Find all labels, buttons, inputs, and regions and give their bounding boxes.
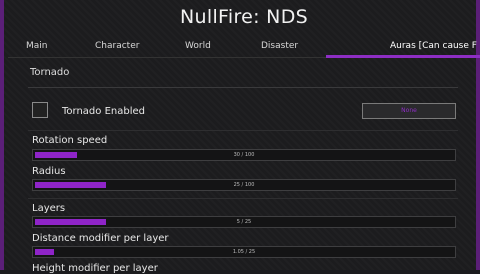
tab-auras[interactable]: Auras [Can cause F bbox=[390, 36, 480, 56]
tab-bar: Main Character World Disaster Auras [Can… bbox=[8, 36, 480, 56]
tab-disaster[interactable]: Disaster bbox=[261, 36, 298, 56]
distance-modifier-slider[interactable]: 1.05 / 25 bbox=[32, 246, 456, 258]
radius-label: Radius bbox=[32, 166, 66, 177]
section-divider bbox=[28, 87, 458, 88]
tab-divider bbox=[8, 57, 326, 58]
divider bbox=[28, 198, 458, 199]
keybind-button[interactable]: None bbox=[362, 103, 456, 119]
slider-value: 5 / 25 bbox=[236, 219, 252, 225]
window-title: NullFire: NDS bbox=[180, 6, 308, 28]
slider-value: 30 / 100 bbox=[233, 152, 255, 158]
tornado-enabled-label: Tornado Enabled bbox=[62, 106, 145, 117]
rotation-speed-slider[interactable]: 30 / 100 bbox=[32, 149, 456, 161]
section-title: Tornado bbox=[30, 67, 70, 78]
rotation-speed-label: Rotation speed bbox=[32, 135, 108, 146]
layers-label: Layers bbox=[32, 203, 66, 214]
main-window: NullFire: NDS Main Character World Disas… bbox=[0, 0, 480, 274]
slider-value: 1.05 / 25 bbox=[232, 249, 256, 255]
layers-slider[interactable]: 5 / 25 bbox=[32, 216, 456, 228]
radius-slider[interactable]: 25 / 100 bbox=[32, 179, 456, 191]
distance-modifier-label: Distance modifier per layer bbox=[32, 233, 169, 244]
tornado-panel: Tornado Tornado Enabled None Rotation sp… bbox=[22, 62, 466, 274]
active-tab-indicator bbox=[326, 55, 480, 58]
slider-value: 25 / 100 bbox=[233, 182, 255, 188]
tornado-enabled-checkbox[interactable] bbox=[32, 102, 48, 118]
tab-character[interactable]: Character bbox=[95, 36, 139, 56]
tab-main[interactable]: Main bbox=[26, 36, 48, 56]
divider bbox=[28, 130, 458, 131]
tab-world[interactable]: World bbox=[185, 36, 211, 56]
height-modifier-label: Height modifier per layer bbox=[32, 263, 158, 274]
